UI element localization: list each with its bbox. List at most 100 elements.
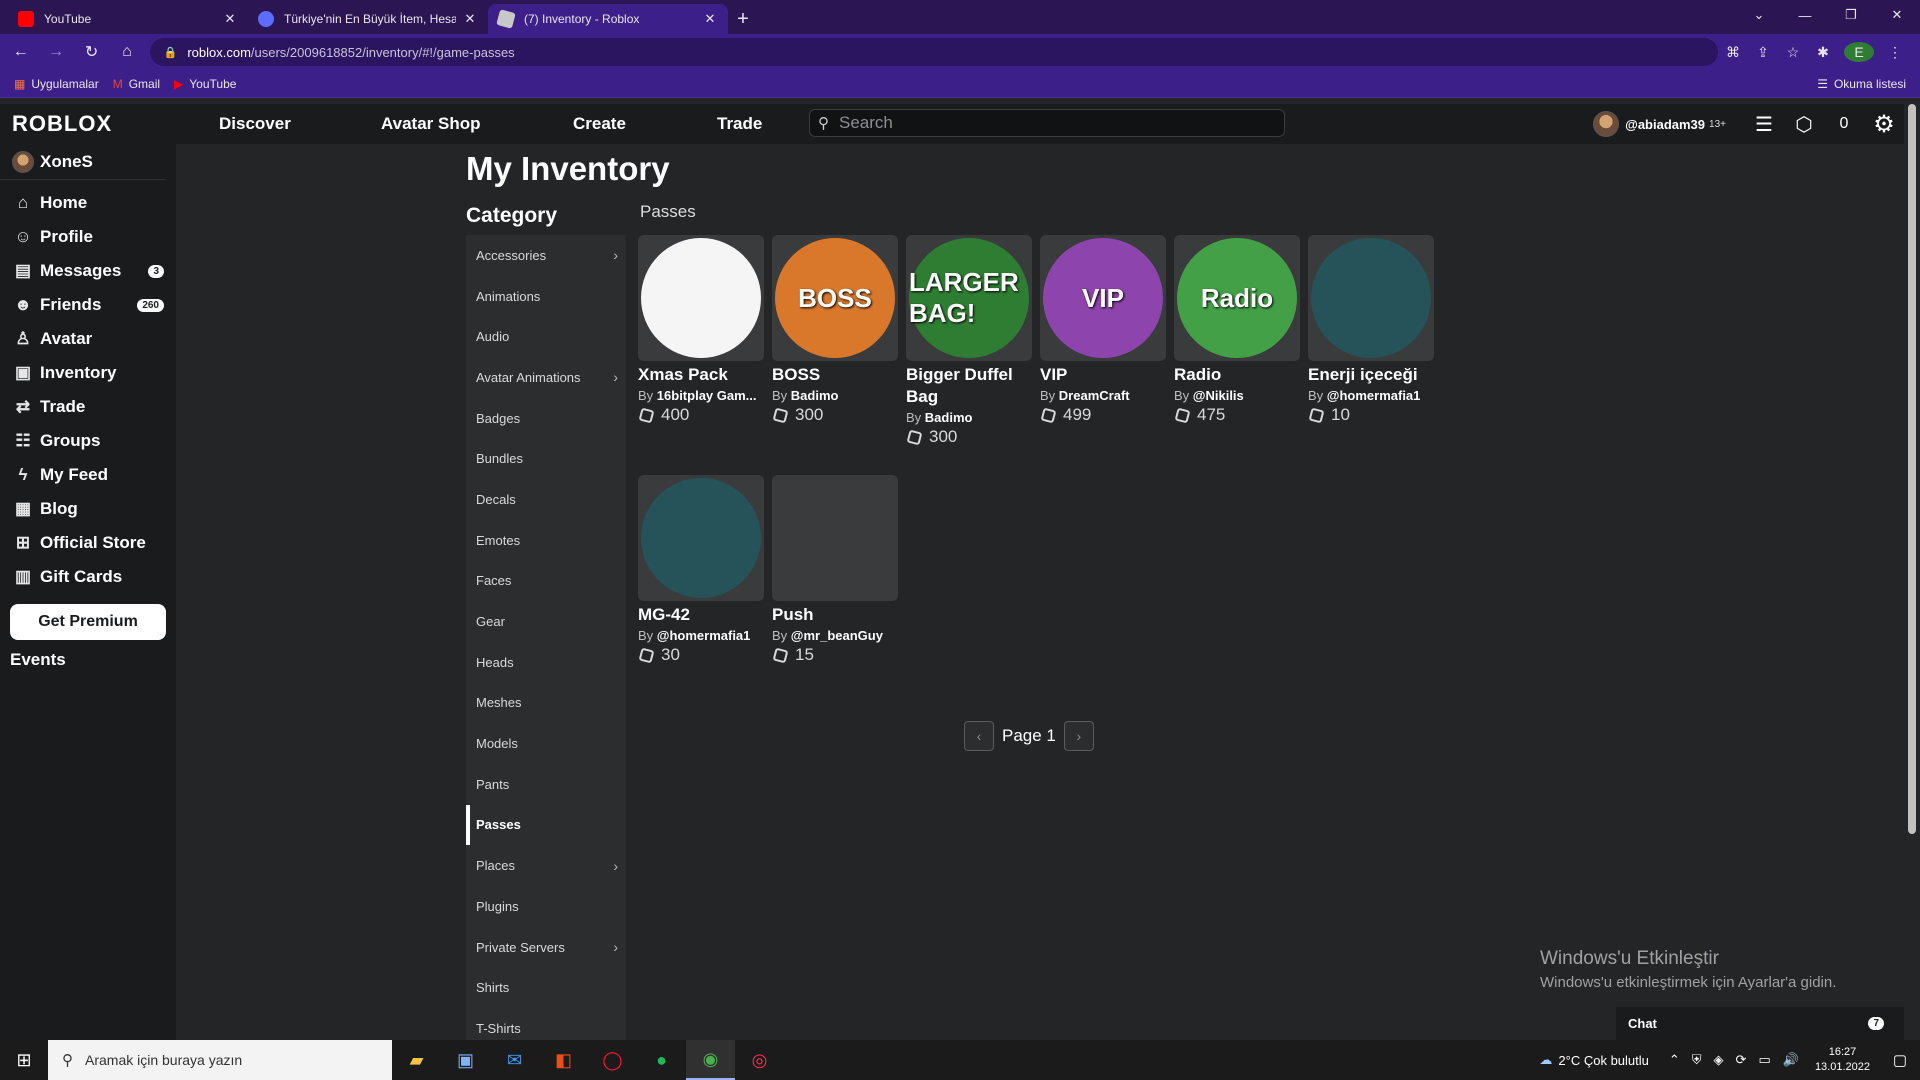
scrollbar-thumb[interactable] bbox=[1908, 104, 1916, 834]
chevron-up-icon[interactable]: ⌃ bbox=[1669, 1052, 1680, 1068]
pass-card[interactable]: BOSS BOSS By Badimo 300 bbox=[772, 235, 898, 475]
pass-name[interactable]: Push bbox=[772, 604, 898, 626]
maximize-button[interactable]: ❐ bbox=[1828, 0, 1874, 30]
pass-card[interactable]: Xmas Pack By 16bitplay Gam... 400 bbox=[638, 235, 764, 475]
pass-thumbnail[interactable] bbox=[638, 475, 764, 601]
tab-turkiye[interactable]: Türkiye'nin En Büyük İtem, Hesap ✕ bbox=[248, 4, 488, 34]
weather-text[interactable]: 2°C Çok bulutlu bbox=[1558, 1053, 1648, 1068]
pass-thumbnail[interactable]: VIP bbox=[1040, 235, 1166, 361]
volume-icon[interactable]: 🔊 bbox=[1783, 1052, 1799, 1068]
close-window-button[interactable]: ✕ bbox=[1874, 0, 1920, 30]
category-gear[interactable]: Gear bbox=[466, 601, 626, 642]
opera-icon[interactable]: ◯ bbox=[588, 1040, 637, 1080]
creator-link[interactable]: @mr_beanGuy bbox=[791, 628, 883, 643]
bookmark-gmail[interactable]: M Gmail bbox=[113, 77, 160, 91]
pass-name[interactable]: Xmas Pack bbox=[638, 364, 764, 386]
pass-name[interactable]: Enerji içeceği bbox=[1308, 364, 1434, 386]
category-emotes[interactable]: Emotes bbox=[466, 520, 626, 561]
pass-thumbnail[interactable]: Radio bbox=[1174, 235, 1300, 361]
reading-list[interactable]: ☰ Okuma listesi bbox=[1817, 77, 1906, 91]
pass-name[interactable]: Bigger Duffel Bag bbox=[906, 364, 1032, 408]
creator-link[interactable]: Badimo bbox=[925, 410, 973, 425]
sidebar-item-inventory[interactable]: ▣ Inventory bbox=[0, 356, 176, 390]
category-plugins[interactable]: Plugins bbox=[466, 886, 626, 927]
creator-link[interactable]: 16bitplay Gam... bbox=[657, 388, 757, 403]
update-icon[interactable]: ⟳ bbox=[1736, 1052, 1747, 1068]
pass-name[interactable]: Radio bbox=[1174, 364, 1300, 386]
sidebar-item-profile[interactable]: ☺ Profile bbox=[0, 220, 176, 254]
category-places[interactable]: Places › bbox=[466, 845, 626, 886]
robux-count[interactable]: 0 bbox=[1824, 115, 1864, 133]
category-decals[interactable]: Decals bbox=[466, 479, 626, 520]
category-bundles[interactable]: Bundles bbox=[466, 438, 626, 479]
url-bar[interactable]: 🔒 roblox.com /users/2009618852/inventory… bbox=[149, 38, 1719, 66]
sidebar-item-friends[interactable]: ☻ Friends 260 bbox=[0, 288, 176, 322]
file-explorer-icon[interactable]: ▰ bbox=[392, 1040, 441, 1080]
forward-icon[interactable]: → bbox=[41, 37, 70, 67]
category-faces[interactable]: Faces bbox=[466, 561, 626, 602]
category-models[interactable]: Models bbox=[466, 723, 626, 764]
gear-icon[interactable]: ⚙ bbox=[1864, 110, 1904, 139]
pass-thumbnail[interactable]: LARGER BAG! bbox=[906, 235, 1032, 361]
sidebar-item-messages[interactable]: ▤ Messages 3 bbox=[0, 254, 176, 288]
category-private-servers[interactable]: Private Servers › bbox=[466, 927, 626, 968]
bookmark-apps[interactable]: ▦ Uygulamalar bbox=[14, 77, 99, 91]
roblox-logo[interactable]: ROBLOX bbox=[12, 111, 212, 137]
page-scrollbar[interactable] bbox=[1904, 104, 1920, 1040]
creator-link[interactable]: @homermafia1 bbox=[657, 628, 751, 643]
pass-card[interactable]: Push By @mr_beanGuy 15 bbox=[772, 475, 898, 715]
star-icon[interactable]: ☆ bbox=[1778, 44, 1808, 61]
pass-card[interactable]: Enerji içeceği By @homermafia1 10 bbox=[1308, 235, 1434, 475]
pass-name[interactable]: VIP bbox=[1040, 364, 1166, 386]
defender-icon[interactable]: ⛨ bbox=[1692, 1052, 1702, 1068]
store-icon[interactable]: ▣ bbox=[441, 1040, 490, 1080]
share-icon[interactable]: ⇪ bbox=[1748, 44, 1778, 61]
creator-link[interactable]: DreamCraft bbox=[1059, 388, 1130, 403]
sidebar-item-home[interactable]: ⌂ Home bbox=[0, 186, 176, 220]
chrome-icon[interactable]: ◉ bbox=[686, 1040, 735, 1080]
office-icon[interactable]: ◧ bbox=[539, 1040, 588, 1080]
menu-icon[interactable]: ⋮ bbox=[1880, 44, 1910, 61]
chat-bar[interactable]: Chat 7 bbox=[1616, 1007, 1904, 1040]
creator-link[interactable]: @Nikilis bbox=[1193, 388, 1244, 403]
get-premium-button[interactable]: Get Premium bbox=[10, 604, 166, 640]
sidebar-item-gift-cards[interactable]: ▥ Gift Cards bbox=[0, 560, 176, 594]
sidebar-item-avatar[interactable]: ♙ Avatar bbox=[0, 322, 176, 356]
bookmark-youtube[interactable]: ▶ YouTube bbox=[174, 77, 236, 91]
nav-create[interactable]: Create bbox=[573, 114, 626, 134]
extensions-icon[interactable]: ✱ bbox=[1808, 44, 1838, 61]
category-animations[interactable]: Animations bbox=[466, 276, 626, 317]
events-heading[interactable]: Events bbox=[0, 650, 176, 670]
opera-gx-icon[interactable]: ◎ bbox=[735, 1040, 784, 1080]
pass-thumbnail[interactable] bbox=[772, 475, 898, 601]
category-pants[interactable]: Pants bbox=[466, 764, 626, 805]
creator-link[interactable]: Badimo bbox=[791, 388, 839, 403]
clock[interactable]: 16:27 13.01.2022 bbox=[1815, 1045, 1870, 1075]
sidebar-item-blog[interactable]: ▦ Blog bbox=[0, 492, 176, 526]
pass-card[interactable]: MG-42 By @homermafia1 30 bbox=[638, 475, 764, 715]
pass-thumbnail[interactable] bbox=[1308, 235, 1434, 361]
tab-search-icon[interactable]: ⌄ bbox=[1736, 0, 1782, 30]
pass-name[interactable]: MG-42 bbox=[638, 604, 764, 626]
next-page-button[interactable]: › bbox=[1063, 721, 1094, 751]
prev-page-button[interactable]: ‹ bbox=[964, 721, 994, 751]
category-shirts[interactable]: Shirts bbox=[466, 967, 626, 1008]
nav-trade[interactable]: Trade bbox=[717, 114, 762, 134]
creator-link[interactable]: @homermafia1 bbox=[1327, 388, 1421, 403]
category-audio[interactable]: Audio bbox=[466, 316, 626, 357]
sidebar-item-my-feed[interactable]: ϟ My Feed bbox=[0, 458, 176, 492]
home-icon[interactable]: ⌂ bbox=[112, 37, 141, 67]
spotify-icon[interactable]: ● bbox=[637, 1040, 686, 1080]
mail-icon[interactable]: ✉ bbox=[490, 1040, 539, 1080]
pass-card[interactable]: VIP VIP By DreamCraft 499 bbox=[1040, 235, 1166, 475]
network-icon[interactable]: ▭ bbox=[1758, 1052, 1770, 1068]
category-heads[interactable]: Heads bbox=[466, 642, 626, 683]
category-avatar-animations[interactable]: Avatar Animations › bbox=[466, 357, 626, 398]
gamebar-icon[interactable]: ◈ bbox=[1714, 1052, 1724, 1068]
search-input[interactable]: ⚲ Search bbox=[809, 109, 1285, 137]
lock-icon[interactable]: 🔒 bbox=[164, 46, 178, 59]
category-badges[interactable]: Badges bbox=[466, 398, 626, 439]
sidebar-item-official-store[interactable]: ⊞ Official Store bbox=[0, 526, 176, 560]
reload-icon[interactable]: ↻ bbox=[77, 37, 106, 67]
pass-card[interactable]: LARGER BAG! Bigger Duffel Bag By Badimo 300 bbox=[906, 235, 1032, 475]
